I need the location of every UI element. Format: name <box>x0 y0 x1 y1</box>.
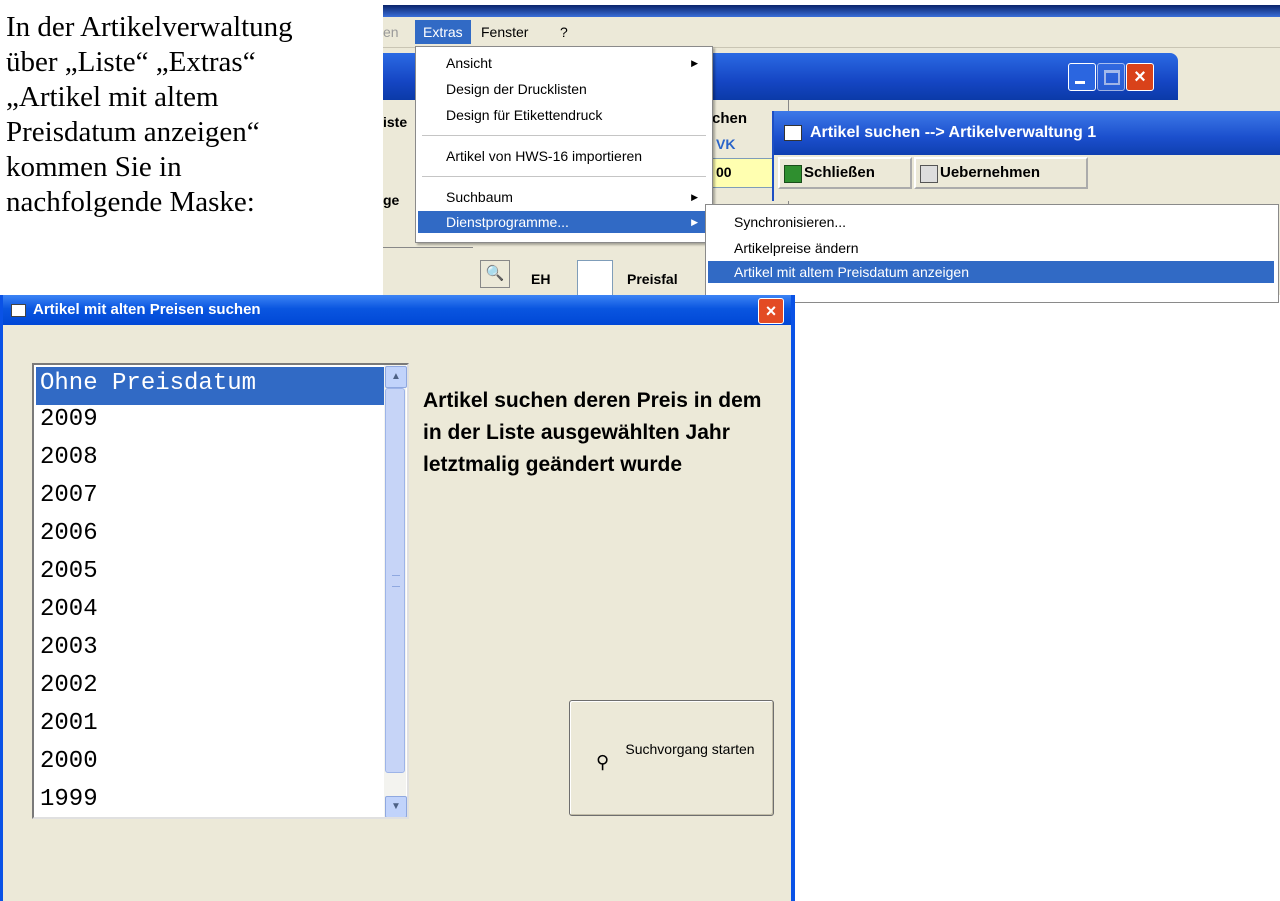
search-description: Artikel suchen deren Preis in dem in der… <box>423 389 762 476</box>
label-fragment: ge <box>383 192 400 208</box>
intro-line: nachfolgende Maske: <box>6 186 255 218</box>
grip-icon <box>392 575 400 587</box>
intro-line: über „Liste“ „Extras“ <box>6 46 256 78</box>
submenu-arrow-icon: ▶ <box>691 217 698 227</box>
list-item[interactable]: Ohne Preisdatum <box>36 367 384 405</box>
list-scrollbar[interactable]: ▲ ▼ <box>384 365 407 817</box>
menu-item-fenster[interactable]: Fenster <box>481 24 528 40</box>
menu-item-design-etikettendruck[interactable]: Design für Etikettendruck <box>418 104 710 126</box>
preisfaktor-label: Preisfal <box>627 271 678 287</box>
tab-fragment[interactable]: chen <box>712 110 747 127</box>
tab-fragment[interactable]: iste <box>383 114 407 130</box>
dialog-title: Artikel mit alten Preisen suchen <box>33 301 261 318</box>
list-item[interactable]: 2005 <box>36 555 384 593</box>
start-button-label: Suchvorgang starten <box>625 741 755 757</box>
schliessen-button[interactable]: Schließen <box>778 157 912 189</box>
maximize-icon[interactable] <box>1097 63 1125 91</box>
list-item[interactable]: 2007 <box>36 479 384 517</box>
list-item[interactable]: 2003 <box>36 631 384 669</box>
suchvorgang-starten-button[interactable]: ⚲ Suchvorgang starten <box>569 700 774 816</box>
menu-item-cut[interactable]: en <box>383 24 399 40</box>
list-item[interactable]: 1999 <box>36 783 384 817</box>
submenu-item-artikelpreise-aendern[interactable]: Artikelpreise ändern <box>708 237 1274 259</box>
menu-item-design-drucklisten[interactable]: Design der Drucklisten <box>418 78 710 100</box>
binoculars-icon: ⚲ <box>596 752 610 772</box>
year-listbox[interactable]: Ohne Preisdatum 2009 2008 2007 2006 2005… <box>32 363 409 819</box>
scroll-thumb[interactable] <box>385 388 405 773</box>
menu-separator <box>422 135 706 136</box>
price-field-value: 00 <box>716 164 732 180</box>
submenu-item-altes-preisdatum[interactable]: Artikel mit altem Preisdatum anzeigen <box>708 261 1274 283</box>
scroll-up-icon[interactable]: ▲ <box>385 366 407 388</box>
app-title-strip <box>383 5 1280 17</box>
intro-line: In der Artikelverwaltung <box>6 11 293 43</box>
eh-label: EH <box>531 271 551 287</box>
menu-item-suchbaum[interactable]: Suchbaum ▶ <box>418 186 710 208</box>
window-icon <box>11 304 26 317</box>
list-item[interactable]: 2000 <box>36 745 384 783</box>
list-item[interactable]: 2002 <box>36 669 384 707</box>
eh-field[interactable] <box>577 260 613 295</box>
menu-item-help[interactable]: ? <box>560 24 568 40</box>
extras-menu: Ansicht ▶ Design der Drucklisten Design … <box>415 46 713 243</box>
search-window-title: Artikel suchen --> Artikelverwaltung 1 <box>810 124 1097 141</box>
list-item[interactable]: 2008 <box>36 441 384 479</box>
submenu-arrow-icon: ▶ <box>691 58 698 68</box>
submenu-item-synchronisieren[interactable]: Synchronisieren... <box>708 211 1274 233</box>
intro-line: „Artikel mit altem <box>6 81 219 113</box>
exit-icon <box>784 165 802 183</box>
close-icon[interactable]: × <box>758 298 784 324</box>
submenu-arrow-icon: ▶ <box>691 192 698 202</box>
menu-separator <box>422 176 706 177</box>
list-item[interactable]: 2006 <box>36 517 384 555</box>
list-item[interactable]: 2004 <box>36 593 384 631</box>
uebernehmen-button[interactable]: Uebernehmen <box>914 157 1088 189</box>
dienstprogramme-submenu: Synchronisieren... Artikelpreise ändern … <box>705 204 1279 303</box>
dialog-titlebar: Artikel mit alten Preisen suchen × <box>3 295 791 325</box>
list-item[interactable]: 2009 <box>36 403 384 441</box>
intro-line: kommen Sie in <box>6 151 182 183</box>
scroll-down-icon[interactable]: ▼ <box>385 796 407 817</box>
search-window-titlebar: Artikel suchen --> Artikelverwaltung 1 <box>774 111 1280 155</box>
intro-line: Preisdatum anzeigen“ <box>6 116 260 148</box>
minimize-icon[interactable] <box>1068 63 1096 91</box>
price-field[interactable]: 00 <box>712 158 774 188</box>
alte-preise-dialog: Artikel mit alten Preisen suchen × Ohne … <box>0 295 795 901</box>
intro-paragraph: In der Artikelverwaltung über „Liste“ „E… <box>6 10 386 220</box>
menu-item-ansicht[interactable]: Ansicht ▶ <box>418 52 710 74</box>
menu-item-extras[interactable]: Extras <box>415 20 471 44</box>
menu-item-dienstprogramme[interactable]: Dienstprogramme... ▶ <box>418 211 710 233</box>
window-icon <box>784 125 802 141</box>
label-fragment: VK <box>716 136 736 152</box>
list-item[interactable]: 2001 <box>36 707 384 745</box>
artikel-suchen-window: Artikel suchen --> Artikelverwaltung 1 S… <box>772 111 1280 201</box>
menu-item-hws16-import[interactable]: Artikel von HWS-16 importieren <box>418 145 710 167</box>
menu-bar: en Extras Fenster ? <box>383 17 1280 48</box>
magnifier-icon[interactable]: 🔍 <box>480 260 510 288</box>
clipboard-icon <box>920 165 938 183</box>
close-icon[interactable]: × <box>1126 63 1154 91</box>
